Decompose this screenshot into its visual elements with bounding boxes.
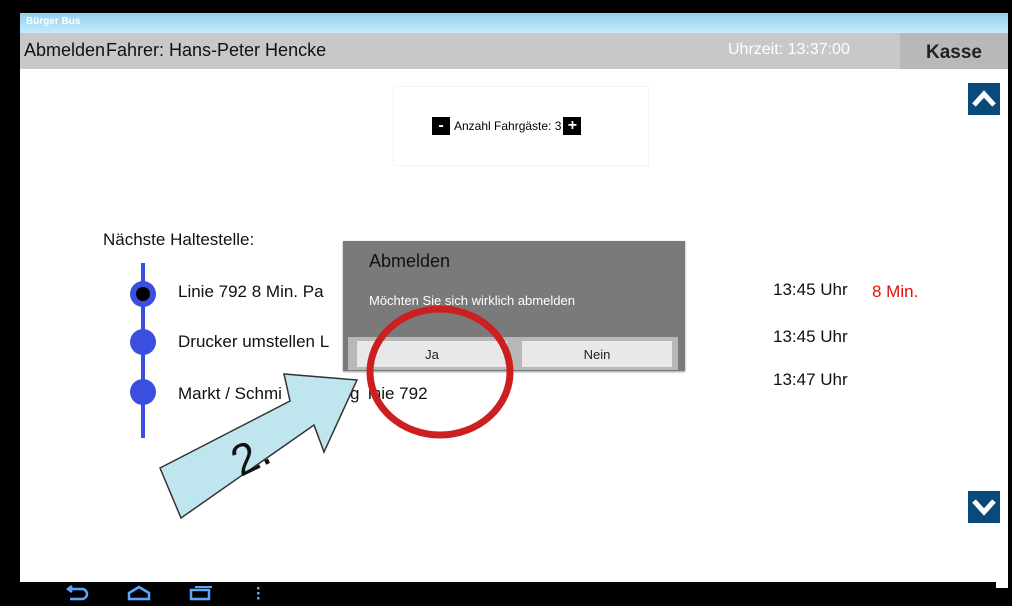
menu-icon[interactable] — [254, 585, 262, 601]
passenger-count-label: Anzahl Fahrgäste: 3 — [454, 119, 562, 133]
app-title: Bürger Bus — [26, 16, 81, 27]
stop-time: 13:47 Uhr — [773, 370, 848, 389]
stop-line-label: inie 792 — [368, 384, 428, 403]
scroll-down-button[interactable] — [968, 491, 1000, 523]
stop-marker — [130, 329, 156, 355]
scroll-up-button[interactable] — [968, 83, 1000, 115]
app-title-bar: Bürger Bus — [20, 13, 1008, 33]
recents-icon[interactable] — [188, 585, 214, 601]
stop-time: 13:45 Uhr — [773, 327, 848, 346]
stop-name: Linie 792 8 Min. Pa — [178, 282, 324, 301]
current-stop-marker — [130, 281, 156, 307]
logout-confirm-dialog: Abmelden Möchten Sie sich wirklich abmel… — [343, 241, 685, 371]
decrement-passengers-button[interactable]: - — [432, 117, 450, 135]
logout-button[interactable]: Abmelden — [24, 40, 105, 61]
confirm-yes-button[interactable]: Ja — [357, 341, 507, 367]
app-screen: Bürger Bus Abmelden Fahrer: Hans-Peter H… — [20, 13, 1008, 588]
chevron-down-icon — [972, 499, 996, 516]
dialog-button-row: Ja Nein — [348, 337, 678, 370]
tablet-frame: Bürger Bus Abmelden Fahrer: Hans-Peter H… — [12, 10, 1008, 598]
clock-display: Uhrzeit: 13:37:00 — [728, 41, 850, 58]
home-icon[interactable] — [126, 585, 152, 601]
driver-name: Fahrer: Hans-Peter Hencke — [106, 40, 327, 60]
passenger-counter: - Anzahl Fahrgäste: 3 + — [394, 87, 648, 165]
increment-passengers-button[interactable]: + — [563, 117, 582, 135]
stop-time: 13:45 Uhr — [773, 280, 848, 299]
kasse-button[interactable]: Kasse — [900, 33, 1008, 69]
header-bar: Abmelden Fahrer: Hans-Peter Hencke Uhrze… — [20, 33, 1008, 69]
android-nav-bar — [20, 582, 996, 604]
back-icon[interactable] — [64, 585, 90, 601]
delay-label: 8 Min. — [872, 282, 919, 301]
stop-marker — [130, 379, 156, 405]
stop-name: Drucker umstellen L — [178, 332, 330, 351]
dialog-message: Möchten Sie sich wirklich abmelden — [369, 293, 575, 308]
dialog-title: Abmelden — [369, 251, 451, 271]
stop-name: Markt / Schmi — [178, 384, 282, 403]
confirm-no-button[interactable]: Nein — [522, 341, 672, 367]
chevron-up-icon — [972, 90, 996, 107]
stop-name-fragment: g — [350, 384, 360, 403]
next-stop-heading: Nächste Haltestelle: — [103, 230, 255, 249]
